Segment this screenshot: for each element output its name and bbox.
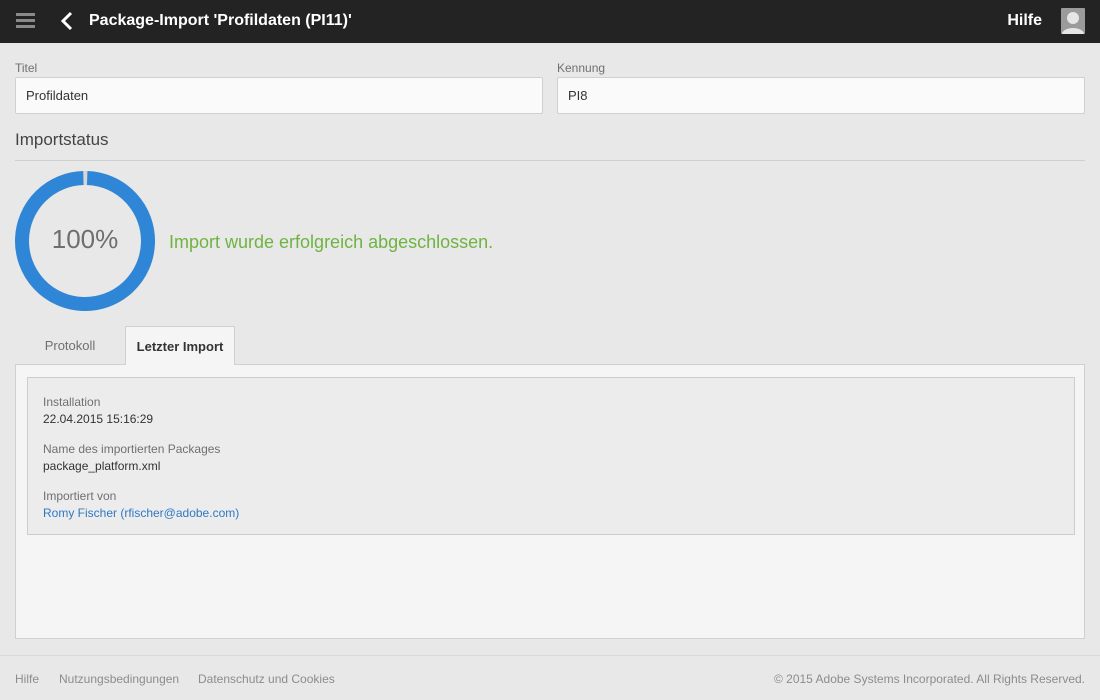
tab-letzter-import[interactable]: Letzter Import — [125, 326, 235, 365]
id-field-label: Kennung — [557, 61, 606, 75]
title-input[interactable] — [15, 77, 543, 114]
footer-link-privacy[interactable]: Datenschutz und Cookies — [198, 672, 335, 686]
installation-label: Installation — [43, 395, 101, 409]
hamburger-menu-icon[interactable] — [16, 13, 35, 29]
footer-link-hilfe[interactable]: Hilfe — [15, 672, 39, 686]
imported-by-link[interactable]: Romy Fischer (rfischer@adobe.com) — [43, 506, 239, 520]
package-name-label: Name des importierten Packages — [43, 442, 221, 456]
package-name-value: package_platform.xml — [43, 459, 161, 473]
section-divider — [15, 160, 1085, 161]
page-title: Package-Import 'Profildaten (PI11)' — [89, 12, 352, 29]
chevron-left-icon[interactable] — [60, 11, 76, 31]
user-avatar-icon[interactable] — [1061, 8, 1085, 34]
import-status-heading: Importstatus — [15, 130, 109, 149]
footer-link-terms[interactable]: Nutzungsbedingungen — [59, 672, 179, 686]
last-import-details: Installation 22.04.2015 15:16:29 Name de… — [27, 377, 1075, 535]
import-status-message: Import wurde erfolgreich abgeschlossen. — [169, 232, 494, 252]
top-bar: Package-Import 'Profildaten (PI11)' Hilf… — [0, 0, 1100, 43]
installation-value: 22.04.2015 15:16:29 — [43, 412, 154, 426]
id-input[interactable] — [557, 77, 1085, 114]
progress-percent: 100% — [51, 224, 119, 254]
last-import-panel: Installation 22.04.2015 15:16:29 Name de… — [15, 364, 1085, 639]
imported-by-label: Importiert von — [43, 489, 117, 503]
footer: Hilfe Nutzungsbedingungen Datenschutz un… — [0, 655, 1100, 700]
copyright-text: © 2015 Adobe Systems Incorporated. All R… — [773, 672, 1085, 686]
help-link[interactable]: Hilfe — [1007, 12, 1042, 30]
tab-protokoll[interactable]: Protokoll — [15, 326, 125, 365]
title-field-label: Titel — [15, 61, 38, 75]
